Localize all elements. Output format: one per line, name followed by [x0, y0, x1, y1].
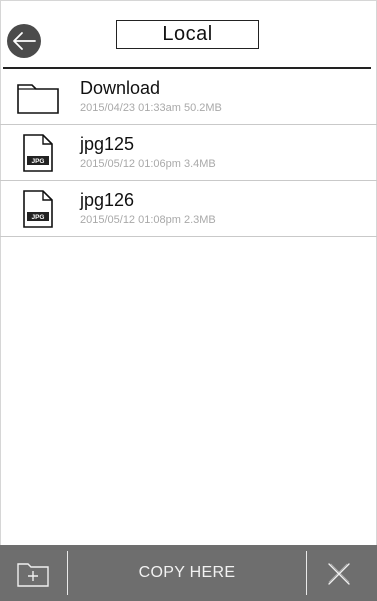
close-icon	[328, 563, 350, 585]
new-folder-button[interactable]	[14, 559, 52, 589]
page-title: Local	[116, 20, 259, 49]
header: Local	[0, 0, 377, 69]
file-meta: 2015/05/12 01:06pm 3.4MB	[80, 158, 216, 170]
folder-icon	[14, 77, 62, 117]
list-item-download[interactable]: Download 2015/04/23 01:33am 50.2MB	[0, 69, 377, 125]
copy-here-button[interactable]: COPY HERE	[68, 545, 306, 601]
file-meta: 2015/04/23 01:33am 50.2MB	[80, 102, 222, 114]
jpg-file-icon: JPG	[14, 133, 62, 173]
file-name: Download	[80, 78, 161, 98]
cancel-button[interactable]	[322, 559, 356, 589]
back-button[interactable]	[7, 24, 41, 58]
bottom-toolbar: COPY HERE	[0, 545, 377, 601]
file-meta: 2015/05/12 01:08pm 2.3MB	[80, 214, 216, 226]
jpg-file-icon: JPG	[14, 189, 62, 229]
file-list: Download 2015/04/23 01:33am 50.2MB JPG j…	[0, 69, 377, 237]
file-name: jpg125	[80, 134, 135, 154]
arrow-left-icon	[13, 32, 36, 50]
file-name: jpg126	[80, 190, 135, 210]
toolbar-divider	[306, 551, 307, 595]
jpg-badge-text: JPG	[31, 158, 44, 165]
new-folder-icon	[17, 563, 49, 587]
jpg-badge-text: JPG	[31, 214, 44, 221]
list-item-jpg126[interactable]: JPG jpg126 2015/05/12 01:08pm 2.3MB	[0, 181, 377, 237]
list-item-jpg125[interactable]: JPG jpg125 2015/05/12 01:06pm 3.4MB	[0, 125, 377, 181]
